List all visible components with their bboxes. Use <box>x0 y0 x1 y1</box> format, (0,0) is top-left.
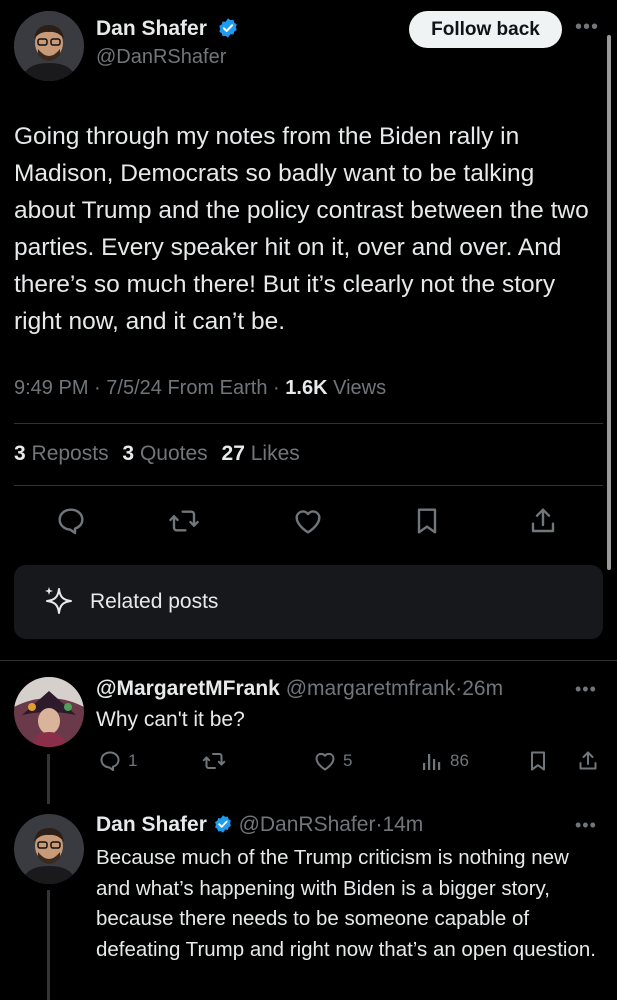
follow-back-label: Follow back <box>431 18 540 40</box>
avatar-image <box>14 11 84 81</box>
reply1-like-button[interactable]: 5 <box>313 749 352 773</box>
avatar-image <box>14 677 84 747</box>
author-handle[interactable]: @DanRShafer <box>96 46 226 69</box>
tweet-text: Going through my notes from the Biden ra… <box>14 123 589 335</box>
reply1-author-handle[interactable]: @margaretmfrank <box>286 677 456 700</box>
tweet-time[interactable]: 9:49 PM <box>14 377 88 399</box>
thread-line <box>47 890 50 1000</box>
sparkle-icon <box>45 587 72 614</box>
reposts-label: Reposts <box>31 442 109 465</box>
reply1-more-icon[interactable]: ••• <box>575 679 597 700</box>
share-icon[interactable] <box>527 505 559 537</box>
reply1-share-icon[interactable] <box>576 749 600 773</box>
like-heart-icon <box>315 752 335 771</box>
scrollbar[interactable] <box>607 35 611 570</box>
author-avatar[interactable] <box>14 11 84 81</box>
related-posts-card[interactable]: Related posts <box>14 565 603 639</box>
reply2-text: Because much of the Trump criticism is n… <box>96 846 596 961</box>
reply1-views-button[interactable]: 86 <box>420 749 469 773</box>
verified-badge-icon <box>214 815 231 833</box>
author-name-row[interactable]: Dan Shafer <box>96 17 239 41</box>
separator: · <box>273 377 280 399</box>
reply1-like-count: 5 <box>343 751 353 770</box>
views-label: Views <box>333 377 387 399</box>
quotes-label: Quotes <box>139 442 208 465</box>
timestamp-row: 9:49 PM · 7/5/24 From Earth · 1.6K Views <box>14 377 386 400</box>
author-name[interactable]: Dan Shafer <box>96 17 207 40</box>
separator: · <box>94 377 101 399</box>
reply1-text: Why can't it be? <box>96 708 245 731</box>
reply1-reply-count: 1 <box>128 751 138 770</box>
reply-icon[interactable] <box>55 505 87 537</box>
reply2-time[interactable]: 14m <box>382 813 423 836</box>
like-heart-icon[interactable] <box>292 505 324 537</box>
quotes-stat[interactable]: 3 Quotes <box>122 442 207 465</box>
reply2-header: Dan Shafer @DanRShafer·14m <box>96 813 423 837</box>
engagement-stats: 3 Reposts 3 Quotes 27 Likes <box>14 442 300 466</box>
thread-line <box>47 754 50 804</box>
tweet-source: From Earth <box>167 377 268 399</box>
quotes-count: 3 <box>122 442 135 465</box>
likes-stat[interactable]: 27 Likes <box>222 442 300 465</box>
related-posts-label: Related posts <box>90 590 219 613</box>
reply1-views-count: 86 <box>450 751 469 770</box>
reply1-repost-icon[interactable] <box>202 749 226 773</box>
repost-icon[interactable] <box>168 505 200 537</box>
avatar-image <box>14 814 84 884</box>
reply2-avatar[interactable] <box>14 814 84 884</box>
reply1-bookmark-icon[interactable] <box>526 749 550 773</box>
tweet-date[interactable]: 7/5/24 <box>106 377 162 399</box>
reply1-reply-button[interactable]: 1 <box>98 749 137 773</box>
reply1-avatar[interactable] <box>14 677 84 747</box>
follow-back-button[interactable]: Follow back <box>409 11 562 48</box>
reply2-more-icon[interactable]: ••• <box>575 815 597 836</box>
bookmark-icon[interactable] <box>411 505 443 537</box>
reply1-author-name[interactable]: @MargaretMFrank <box>96 677 280 700</box>
likes-count: 27 <box>221 442 245 465</box>
reply2-author-handle[interactable]: @DanRShafer <box>239 813 376 836</box>
reply-icon <box>100 751 120 771</box>
reply1-time[interactable]: 26m <box>462 677 503 700</box>
verified-badge-icon <box>219 18 237 38</box>
views-count: 1.6K <box>285 377 328 399</box>
likes-label: Likes <box>250 442 300 465</box>
reply2-author-name[interactable]: Dan Shafer <box>96 813 207 836</box>
reply1-header: @MargaretMFrank @margaretmfrank·26m <box>96 677 503 701</box>
views-chart-icon <box>423 754 441 770</box>
reposts-stat[interactable]: 3 Reposts <box>14 442 109 465</box>
reposts-count: 3 <box>14 442 26 465</box>
more-options-icon[interactable]: ••• <box>575 16 599 39</box>
